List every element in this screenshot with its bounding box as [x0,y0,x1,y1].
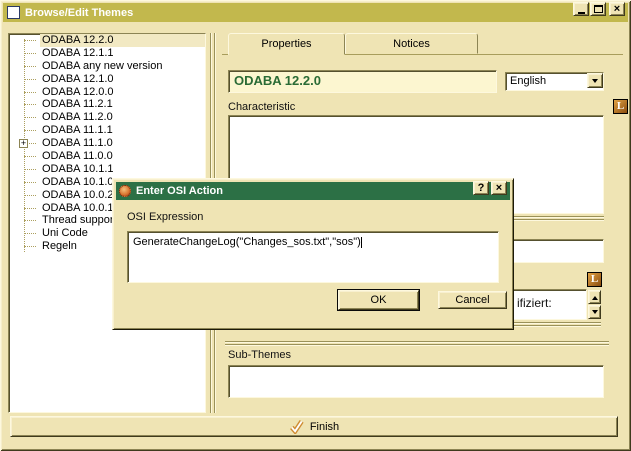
dialog-titlebar[interactable]: Enter OSI Action [116,182,510,200]
close-button[interactable]: × [609,2,625,16]
language-dropdown-button[interactable] [587,73,603,88]
tree-item[interactable]: ODABA 11.2.1 [9,98,205,111]
tree-item[interactable]: ODABA 11.0.0 [9,150,205,163]
main-window: Browse/Edit Themes × ODABA 12.2.0 ODABA … [0,0,631,451]
osi-expression-input[interactable]: GenerateChangeLog("Changes_sos.txt","sos… [127,231,499,283]
language-select[interactable]: English [505,72,604,91]
tree-item[interactable]: ODABA 10.1.1 [9,163,205,176]
tree-item[interactable]: ODABA 12.1.1 [9,47,205,60]
theme-title-field[interactable]: ODABA 12.2.0 [228,70,497,93]
text-caret [361,237,362,248]
tree-item[interactable]: +ODABA 11.1.0 [9,137,205,150]
check-icon [289,419,304,434]
cancel-button[interactable]: Cancel [438,291,507,309]
tree-item[interactable]: ODABA any new version [9,60,205,73]
dialog-close-button[interactable]: × [491,181,507,195]
chevron-down-icon [592,79,598,86]
expand-icon[interactable]: + [19,139,28,148]
minimize-button[interactable] [573,2,589,16]
arrow-up-icon [592,293,598,300]
characteristic-label: Characteristic [228,101,295,113]
subthemes-label: Sub-Themes [228,349,291,361]
finish-label: Finish [310,421,339,433]
divider [225,341,609,346]
osi-expression-label: OSI Expression [127,211,203,223]
spinner-down-button[interactable] [588,305,601,319]
osi-action-icon [119,185,131,197]
window-titlebar[interactable]: Browse/Edit Themes [3,3,628,22]
tree-item[interactable]: ODABA 12.2.0 [9,34,205,47]
dialog-help-button[interactable]: ? [473,181,489,195]
app-icon [7,6,20,19]
finish-button[interactable]: Finish [10,416,618,437]
date-spinner [588,290,601,319]
tree-item[interactable]: ODABA 11.1.1 [9,124,205,137]
spinner-up-button[interactable] [588,290,601,304]
language-l-icon-button[interactable]: L [613,99,628,114]
dialog-title: Enter OSI Action [136,185,223,197]
tab-properties[interactable]: Properties [228,33,345,55]
maximize-icon [594,5,603,13]
subthemes-textarea[interactable] [228,365,604,398]
window-title: Browse/Edit Themes [25,7,133,19]
tree-item[interactable]: ODABA 11.2.0 [9,111,205,124]
enter-osi-action-dialog: Enter OSI Action ? × OSI Expression Gene… [112,178,514,330]
language-l-icon-button[interactable]: L [587,272,602,287]
arrow-down-icon [592,310,598,317]
tab-notices[interactable]: Notices [345,33,478,54]
ok-button[interactable]: OK [338,290,419,310]
tree-item[interactable]: ODABA 12.1.0 [9,73,205,86]
language-value: English [510,75,546,87]
maximize-button[interactable] [590,2,606,16]
tree-item[interactable]: ODABA 12.0.0 [9,86,205,99]
modified-label-fragment: ifiziert: [517,296,552,310]
minimize-icon [578,12,585,14]
